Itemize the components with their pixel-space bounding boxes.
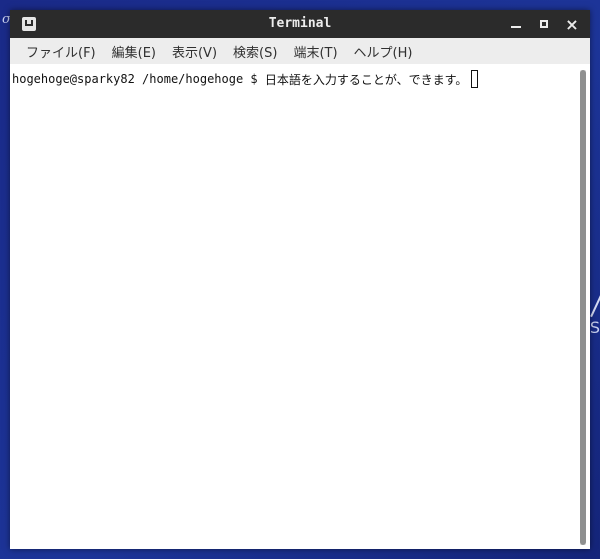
menubar: ファイル(F) 編集(E) 表示(V) 検索(S) 端末(T) ヘルプ(H) (10, 38, 590, 64)
window-title: Terminal (268, 16, 332, 31)
close-icon: × (565, 14, 579, 34)
titlebar[interactable]: Terminal × (10, 10, 590, 38)
maximize-button[interactable] (534, 14, 554, 34)
minimize-icon (511, 26, 521, 28)
typed-input: 日本語を入力することが、できます。 (264, 72, 468, 87)
menu-file[interactable]: ファイル(F) (18, 42, 104, 61)
shell-prompt: hogehoge@sparky82 /home/hogehoge $ (12, 72, 265, 86)
terminal-output-area[interactable]: hogehoge@sparky82 /home/hogehoge $ 日本語を入… (10, 66, 576, 549)
maximize-icon (540, 20, 548, 28)
menu-search[interactable]: 検索(S) (225, 42, 285, 61)
menu-edit[interactable]: 編集(E) (104, 42, 164, 61)
text-cursor (471, 70, 479, 88)
minimize-button[interactable] (506, 14, 526, 34)
prompt-line: hogehoge@sparky82 /home/hogehoge $ 日本語を入… (12, 70, 479, 88)
menu-terminal[interactable]: 端末(T) (285, 42, 345, 61)
close-button[interactable]: × (562, 14, 582, 34)
menu-help[interactable]: ヘルプ(H) (346, 42, 421, 61)
desktop-wallpaper-glyph: S (589, 318, 600, 337)
vertical-scrollbar[interactable] (580, 70, 586, 545)
scrollbar-thumb[interactable] (580, 70, 586, 545)
terminal-window: Terminal × ファイル(F) 編集(E) 表示(V) 検索(S) 端末(… (10, 10, 590, 549)
menu-view[interactable]: 表示(V) (164, 42, 225, 61)
desktop-wallpaper-stroke (590, 290, 600, 318)
